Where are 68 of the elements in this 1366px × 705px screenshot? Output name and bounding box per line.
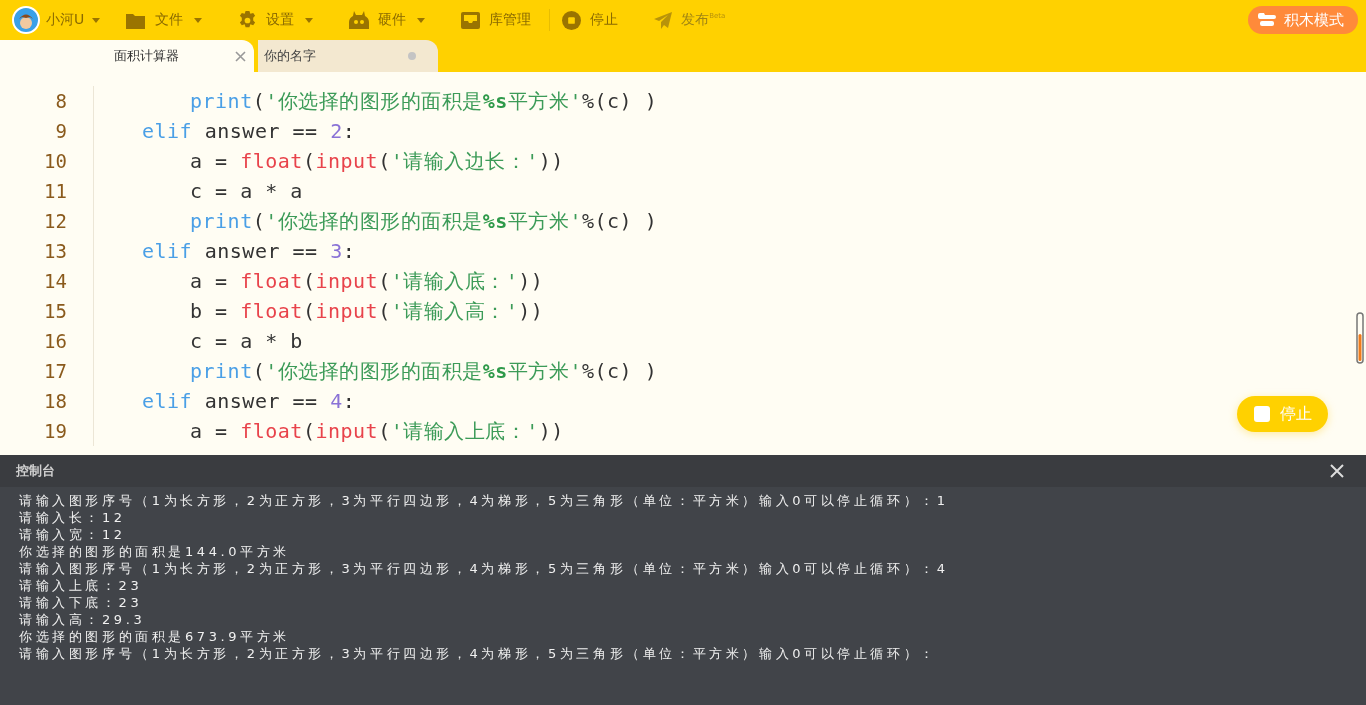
user-menu[interactable]: 小河U	[12, 6, 101, 34]
console-line: 请输入长：12	[19, 509, 127, 526]
line-number: 8	[0, 86, 94, 116]
caret-icon	[92, 17, 101, 23]
code-line: a = float(input('请输入底：'))	[190, 267, 544, 295]
scrollbar[interactable]	[1356, 312, 1364, 364]
console-line: 请输入图形序号（1为长方形，2为正方形，3为平行四边形，4为梯形，5为三角形（单位：平方米）输入0可以停止循环）：1	[19, 492, 950, 509]
console-line: 你选择的图形的面积是144.0平方米	[19, 543, 292, 560]
menu-item[interactable]: 发布$^{Beta}$	[654, 11, 726, 29]
send-icon	[654, 11, 673, 29]
caret-icon	[417, 17, 426, 23]
line-number: 19	[0, 416, 94, 446]
menu-label: 停止	[590, 11, 619, 29]
code-line: print('你选择的图形的面积是%s平方米'%(c) )	[190, 87, 658, 115]
block-mode-button[interactable]: 积木模式	[1248, 6, 1358, 34]
line-number: 14	[0, 266, 94, 296]
line-number: 12	[0, 206, 94, 236]
caret-icon	[305, 17, 314, 23]
menu-label: 文件	[155, 11, 184, 29]
line-number: 17	[0, 356, 94, 386]
code-line: b = float(input('请输入高：'))	[190, 297, 544, 325]
console-line: 请输入图形序号（1为长方形，2为正方形，3为平行四边形，4为梯形，5为三角形（单位：平方米）输入0可以停止循环）：	[19, 645, 938, 662]
code-line: c = a * b	[190, 329, 303, 353]
line-number: 16	[0, 326, 94, 356]
tab-label: 你的名字	[264, 47, 316, 65]
menu-item[interactable]: 库管理	[461, 11, 532, 29]
user-name: 小河U	[46, 11, 85, 29]
robot-icon	[349, 11, 370, 29]
code-line: print('你选择的图形的面积是%s平方米'%(c) )	[190, 357, 658, 385]
menu-item[interactable]: 文件	[126, 11, 203, 29]
console-line: 请输入图形序号（1为长方形，2为正方形，3为平行四边形，4为梯形，5为三角形（单位：平方米）输入0可以停止循环）：4	[19, 560, 950, 577]
menu-item[interactable]: 停止	[562, 10, 619, 30]
code-line: elif answer == 4:	[142, 389, 356, 413]
tab-label: 面积计算器	[114, 47, 179, 65]
stop-icon	[562, 10, 582, 30]
menu-item[interactable]: 硬件	[349, 11, 426, 29]
console-line: 请输入下底：23	[19, 594, 144, 611]
console-line: 你选择的图形的面积是673.9平方米	[19, 628, 292, 645]
tray-icon	[461, 11, 481, 29]
line-number: 13	[0, 236, 94, 266]
file-tab[interactable]: 你的名字	[258, 40, 438, 72]
menu-label: 库管理	[489, 11, 532, 29]
code-line: elif answer == 3:	[142, 239, 356, 263]
console-title: 控制台	[16, 462, 55, 480]
menu-item[interactable]: 设置	[238, 10, 314, 30]
console-line: 请输入高：29.3	[19, 611, 147, 628]
code-line: a = float(input('请输入上底：'))	[190, 417, 564, 445]
gear-icon	[238, 10, 258, 30]
menu-label: 发布$^{Beta}$	[681, 11, 726, 29]
avatar-icon	[12, 6, 40, 34]
code-line: elif answer == 2:	[142, 119, 356, 143]
file-tab[interactable]: 面积计算器	[94, 40, 254, 72]
blocks-icon	[1258, 13, 1276, 27]
line-number: 10	[0, 146, 94, 176]
caret-icon	[194, 17, 203, 23]
console-line: 请输入上底：23	[19, 577, 144, 594]
code-line: a = float(input('请输入边长：'))	[190, 147, 564, 175]
menu-label: 硬件	[378, 11, 407, 29]
line-number: 15	[0, 296, 94, 326]
code-line: c = a * a	[190, 179, 303, 203]
code-line: print('你选择的图形的面积是%s平方米'%(c) )	[190, 207, 658, 235]
folder-icon	[126, 11, 147, 29]
line-number: 11	[0, 176, 94, 206]
console-line: 请输入宽：12	[19, 526, 127, 543]
menu-label: 设置	[266, 11, 295, 29]
line-number: 18	[0, 386, 94, 416]
line-number: 9	[0, 116, 94, 146]
stop-icon	[1253, 406, 1270, 422]
